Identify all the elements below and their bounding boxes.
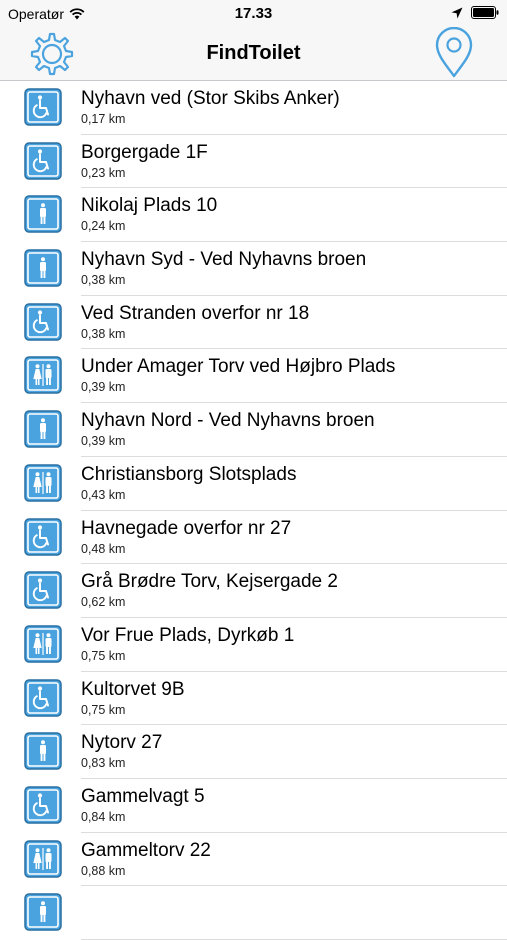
toilet-name: Under Amager Torv ved Højbro Plads [81, 356, 396, 378]
navigation-bar: FindToilet [0, 26, 507, 81]
man-icon [24, 893, 62, 932]
toilet-name: Nyhavn Nord - Ved Nyhavns broen [81, 410, 375, 432]
toilet-row[interactable]: Nyhavn Nord - Ved Nyhavns broen 0,39 km [0, 403, 507, 457]
man-icon [24, 249, 62, 287]
toilet-row[interactable]: Vor Frue Plads, Dyrkøb 1 0,75 km [0, 618, 507, 672]
toilet-row[interactable]: Nyhavn Syd - Ved Nyhavns broen 0,38 km [0, 242, 507, 296]
toilet-distance: 0,17 km [81, 112, 126, 126]
toilet-distance: 0,75 km [81, 702, 126, 717]
toilet-name: Havnegade overfor nr 27 [81, 517, 292, 539]
woman-man-icon [24, 464, 62, 502]
man-icon [24, 732, 62, 770]
toilet-list[interactable]: Nyhavn ved (Stor Skibs Anker) 0,17 km Borg… [0, 81, 507, 940]
woman-man-icon [24, 356, 62, 395]
toilet-row[interactable]: Christiansborg Slotsplads 0,43 km [0, 457, 507, 511]
wheelchair-icon [24, 786, 62, 824]
toilet-name: Nyhavn Syd - Ved Nyhavns broen [81, 249, 367, 271]
toilet-row[interactable]: Ved Stranden overfor nr 18 0,38 km [0, 296, 507, 350]
app-title: FindToilet [206, 42, 301, 64]
toilet-name: Grå Brødre Torv, Kejsergade 2 [81, 571, 338, 593]
toilet-name: Nytorv 27 [81, 732, 163, 754]
location-button[interactable] [433, 26, 475, 79]
wheelchair-icon [24, 678, 62, 717]
toilet-name: Christiansborg Slotsplads [81, 463, 297, 485]
wheelchair-icon [24, 141, 62, 180]
status-right [451, 6, 499, 19]
wheelchair-icon [24, 88, 62, 126]
toilet-row[interactable]: Grå Brødre Torv, Kejsergade 2 0,62 km [0, 564, 507, 618]
location-arrow-icon [451, 7, 463, 18]
toilet-row[interactable]: Borgergade 1F 0,23 km [0, 135, 507, 189]
toilet-distance: 0,24 km [81, 219, 126, 234]
woman-man-icon [24, 839, 62, 878]
toilet-name: Kultorvet 9B [81, 678, 185, 700]
toilet-name: Vor Frue Plads, Dyrkøb 1 [81, 624, 295, 646]
toilet-row[interactable]: Under Amager Torv ved Højbro Plads 0,39 k… [0, 349, 507, 404]
toilet-row[interactable]: Nyhavn ved (Stor Skibs Anker) 0,17 km [0, 81, 507, 135]
woman-man-icon [24, 625, 62, 663]
toilet-row[interactable]: Nytorv 27 0,83 km [0, 725, 507, 779]
toilet-distance: 0,88 km [81, 863, 126, 878]
toilet-row[interactable]: Gammelvagt 5 0,84 km [0, 779, 507, 833]
toilet-distance: 0,83 km [81, 756, 126, 771]
toilet-row[interactable]: Gammeltorv 22 0,88 km [0, 833, 507, 887]
toilet-distance: 0,39 km [81, 434, 126, 449]
toilet-name: Ved Stranden overfor nr 18 [81, 302, 310, 324]
toilet-row[interactable]: Kultorvet 9B 0,75 km [0, 672, 507, 726]
battery-icon [471, 6, 499, 19]
status-bar: Operatør 17.33 [0, 0, 507, 28]
toilet-distance: 0,23 km [81, 165, 126, 180]
toilet-distance: 0,43 km [81, 487, 126, 502]
toilet-distance: 0,84 km [81, 809, 126, 824]
toilet-row[interactable] [0, 886, 507, 940]
toilet-name: Gammeltorv 22 [81, 839, 211, 861]
toilet-distance: 0,38 km [81, 326, 126, 341]
man-icon [24, 410, 62, 448]
toilet-distance: 0,38 km [81, 273, 126, 288]
toilet-row[interactable]: Havnegade overfor nr 27 0,48 km [0, 511, 507, 565]
toilet-name: Gammelvagt 5 [81, 785, 205, 807]
status-time: 17.33 [234, 5, 273, 22]
wheelchair-icon [24, 303, 62, 341]
toilet-distance: 0,48 km [81, 541, 126, 556]
wheelchair-icon [24, 517, 62, 556]
wheelchair-icon [24, 571, 62, 609]
map-pin-icon [435, 26, 473, 78]
toilet-distance: 0,39 km [81, 380, 126, 395]
toilet-name: Nyhavn ved (Stor Skibs Anker) [81, 88, 340, 109]
toilet-distance: 0,62 km [81, 595, 126, 610]
toilet-distance: 0,75 km [81, 648, 126, 663]
man-icon [24, 195, 62, 234]
toilet-name: Nikolaj Plads 10 [81, 195, 218, 217]
toilet-row[interactable]: Nikolaj Plads 10 0,24 km [0, 188, 507, 243]
toilet-name: Borgergade 1F [81, 141, 208, 163]
